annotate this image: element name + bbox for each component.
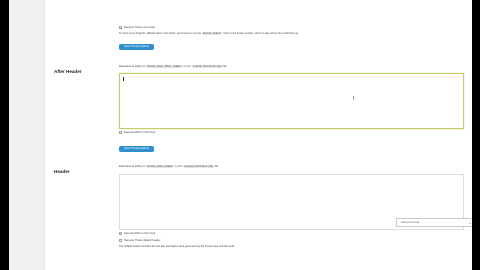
header-execute-php-label: Execute PHP on this hook (124, 232, 156, 235)
text-caret (123, 77, 124, 81)
remove-nav-footer-checkbox[interactable] (119, 26, 122, 29)
after-header-hook-code: thesis_hook_after_header (146, 65, 183, 68)
header-execute-php-row[interactable]: Execute PHP on this hook (119, 232, 155, 235)
admin-content: ⚙ Remove Thesis nav footer To show some … (9, 0, 472, 270)
remove-default-header-desc: The default header includes the site tit… (119, 245, 236, 248)
hook-select-value: Select a hook (401, 220, 420, 224)
custom-functions-code-2: custom_functions.php (183, 165, 214, 168)
after-header-help: Equivalent to adding to thesis_hook_afte… (119, 65, 228, 68)
after-header-textarea[interactable]: I (119, 73, 464, 129)
after-header-execute-php-checkbox[interactable] (119, 131, 122, 134)
after-header-execute-php-label: Execute PHP on this hook (124, 131, 156, 134)
save-button-top[interactable]: Save Thesis Options (119, 44, 154, 50)
remove-nav-footer-checkbox-row[interactable]: Remove Thesis nav footer (119, 26, 155, 29)
header-help: Equivalent to adding to thesis_hook_head… (119, 165, 219, 168)
after-header-execute-php-row[interactable]: Execute PHP on this hook (119, 131, 155, 134)
text-cursor-icon: I (352, 96, 355, 102)
custom-functions-code: custom_functions.php (191, 65, 223, 68)
remove-default-header-label: Remove Thesis default header (124, 239, 161, 242)
save-button-after-header[interactable]: Save Thesis Options (119, 146, 154, 152)
after-header-label: After Header (54, 69, 82, 74)
chevron-down-icon: ⌄ (468, 220, 472, 225)
remove-default-header-checkbox[interactable] (119, 239, 122, 242)
footer-hook-code: thesis_footer (201, 32, 223, 35)
admin-sidebar (9, 0, 45, 270)
header-execute-php-checkbox[interactable] (119, 232, 122, 235)
remove-default-header-row[interactable]: Remove Thesis default header (119, 239, 161, 242)
remove-nav-footer-label: Remove Thesis nav footer (124, 26, 156, 29)
header-label: Header (54, 169, 70, 174)
nav-footer-description: To show some blogroll / affiliate links … (119, 32, 299, 35)
header-hook-code: thesis_hook_header (146, 165, 174, 168)
hook-select[interactable]: Select a hook ⌄ (396, 218, 472, 227)
